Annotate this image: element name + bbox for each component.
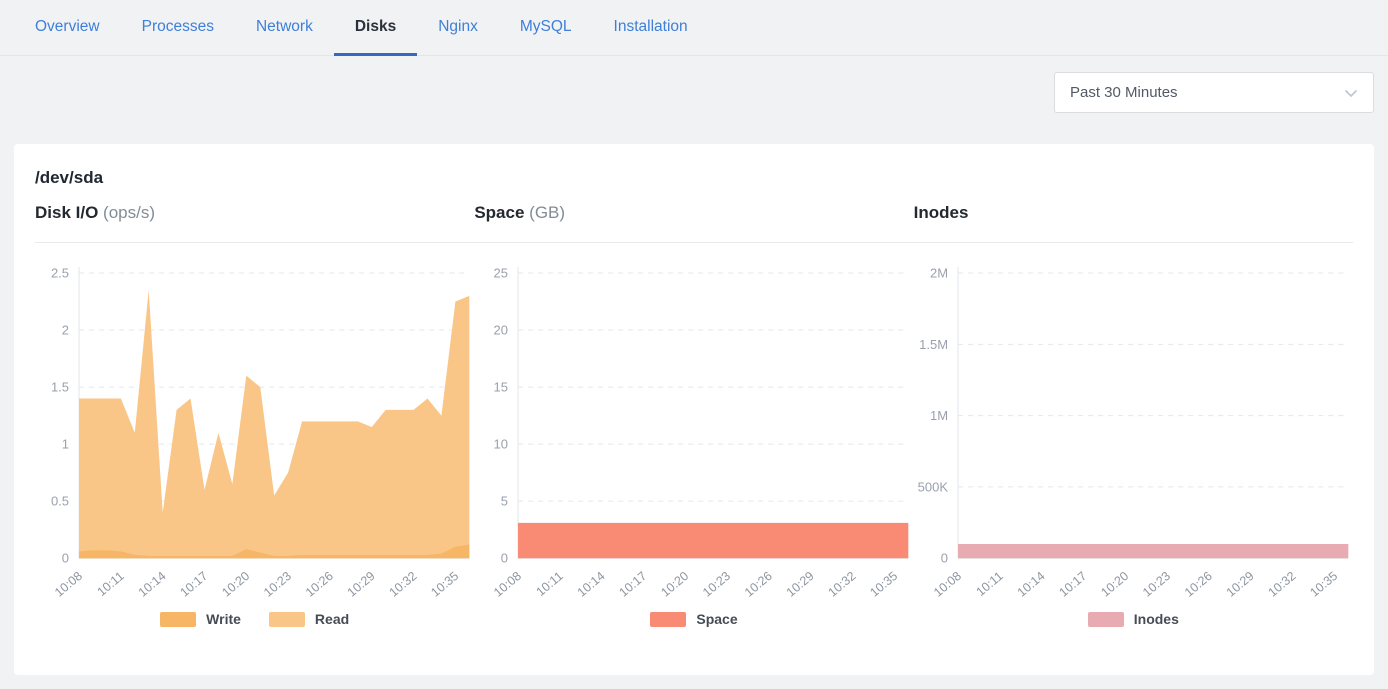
legend-item-inodes: Inodes	[1088, 611, 1179, 627]
svg-text:10:11: 10:11	[534, 569, 566, 599]
svg-text:10:32: 10:32	[1265, 569, 1298, 600]
write-swatch	[160, 612, 196, 627]
tab-disks[interactable]: Disks	[334, 0, 417, 56]
tab-installation[interactable]: Installation	[593, 0, 709, 56]
svg-text:10:14: 10:14	[1014, 569, 1047, 600]
chart-title-text: Space	[474, 203, 524, 222]
space-chart: 0 5 10 15 20 25 10:08 10:11 10:14 10:17 10:20 10:23…	[474, 253, 913, 605]
chart-title-disk-io: Disk I/O (ops/s)	[35, 203, 474, 223]
svg-text:10:14: 10:14	[136, 569, 169, 600]
tab-overview[interactable]: Overview	[14, 0, 121, 56]
device-title: /dev/sda	[35, 168, 1353, 188]
svg-text:10:23: 10:23	[1140, 569, 1173, 600]
tab-processes[interactable]: Processes	[121, 0, 235, 56]
inodes-label: Inodes	[1134, 611, 1179, 627]
svg-text:0: 0	[940, 551, 947, 566]
disk-io-chart: 0 0.5 1 1.5 2 2.5 10:08 10:11 10:14 10:17 10:20 10:…	[35, 253, 474, 605]
write-label: Write	[206, 611, 241, 627]
svg-text:10:35: 10:35	[428, 569, 461, 600]
svg-text:10:29: 10:29	[784, 569, 817, 600]
svg-text:10:26: 10:26	[1182, 569, 1215, 600]
svg-text:10: 10	[494, 437, 508, 452]
chart-col-disk-io: 0 0.5 1 1.5 2 2.5 10:08 10:11 10:14 10:17 10:20 10:…	[35, 253, 474, 627]
svg-text:10:32: 10:32	[826, 569, 859, 600]
chart-titles-row: Disk I/O (ops/s) Space (GB) Inodes	[35, 203, 1353, 223]
time-range-select[interactable]: Past 30 Minutes	[1054, 72, 1374, 113]
chart-title-unit: (GB)	[529, 203, 565, 222]
inodes-chart: 0 500K 1M 1.5M 2M 10:08 10:11 10:14 10:17 10:20 10…	[914, 253, 1353, 605]
svg-text:10:11: 10:11	[95, 569, 127, 599]
space-legend: Space	[474, 611, 913, 627]
svg-text:0: 0	[501, 551, 508, 566]
read-label: Read	[315, 611, 349, 627]
svg-text:10:14: 10:14	[575, 569, 608, 600]
chart-col-inodes: 0 500K 1M 1.5M 2M 10:08 10:11 10:14 10:17 10:20 10…	[914, 253, 1353, 627]
svg-text:20: 20	[494, 323, 508, 338]
svg-text:10:20: 10:20	[1098, 569, 1131, 600]
charts-row: 0 0.5 1 1.5 2 2.5 10:08 10:11 10:14 10:17 10:20 10:…	[35, 253, 1353, 627]
tab-nginx[interactable]: Nginx	[417, 0, 499, 56]
legend-item-read: Read	[269, 611, 349, 627]
toolbar: Past 30 Minutes	[0, 56, 1388, 144]
inodes-legend: Inodes	[914, 611, 1353, 627]
svg-text:5: 5	[501, 494, 508, 509]
svg-text:10:20: 10:20	[659, 569, 692, 600]
svg-text:10:17: 10:17	[177, 569, 210, 600]
read-swatch	[269, 612, 305, 627]
chart-title-unit: (ops/s)	[103, 203, 155, 222]
titles-divider	[35, 242, 1353, 243]
chart-col-space: 0 5 10 15 20 25 10:08 10:11 10:14 10:17 10:20 10:23…	[474, 253, 913, 627]
svg-text:10:20: 10:20	[219, 569, 252, 600]
svg-text:10:11: 10:11	[973, 569, 1005, 599]
space-swatch	[650, 612, 686, 627]
svg-text:10:35: 10:35	[868, 569, 901, 600]
svg-text:10:08: 10:08	[931, 569, 964, 600]
svg-text:10:23: 10:23	[261, 569, 294, 600]
svg-text:1M: 1M	[930, 408, 948, 423]
svg-text:10:17: 10:17	[1056, 569, 1089, 600]
disk-io-legend: Write Read	[35, 611, 474, 627]
svg-text:10:08: 10:08	[52, 569, 85, 600]
svg-text:0: 0	[62, 551, 69, 566]
chart-title-inodes: Inodes	[914, 203, 1353, 223]
svg-text:10:26: 10:26	[742, 569, 775, 600]
chevron-down-icon	[1343, 85, 1359, 101]
tab-mysql[interactable]: MySQL	[499, 0, 593, 56]
legend-item-space: Space	[650, 611, 737, 627]
inodes-swatch	[1088, 612, 1124, 627]
svg-text:0.5: 0.5	[51, 494, 69, 509]
svg-text:500K: 500K	[917, 479, 948, 494]
svg-text:10:23: 10:23	[700, 569, 733, 600]
svg-text:10:29: 10:29	[345, 569, 378, 600]
svg-text:1.5M: 1.5M	[919, 337, 948, 352]
svg-text:10:08: 10:08	[491, 569, 524, 600]
svg-text:1: 1	[62, 437, 69, 452]
svg-text:10:32: 10:32	[387, 569, 420, 600]
svg-text:10:35: 10:35	[1307, 569, 1340, 600]
svg-text:2: 2	[62, 323, 69, 338]
svg-text:10:29: 10:29	[1223, 569, 1256, 600]
disk-card: /dev/sda Disk I/O (ops/s) Space (GB) Ino…	[14, 144, 1374, 675]
time-range-value: Past 30 Minutes	[1070, 84, 1178, 101]
svg-text:15: 15	[494, 380, 508, 395]
svg-text:2.5: 2.5	[51, 266, 69, 281]
svg-text:10:17: 10:17	[617, 569, 650, 600]
chart-title-text: Disk I/O	[35, 203, 98, 222]
chart-title-space: Space (GB)	[474, 203, 913, 223]
svg-text:25: 25	[494, 266, 508, 281]
space-label: Space	[696, 611, 737, 627]
svg-text:1.5: 1.5	[51, 380, 69, 395]
legend-item-write: Write	[160, 611, 241, 627]
chart-title-text: Inodes	[914, 203, 969, 222]
svg-text:10:26: 10:26	[303, 569, 336, 600]
svg-text:2M: 2M	[930, 266, 948, 281]
main-tabbar: Overview Processes Network Disks Nginx M…	[0, 0, 1388, 56]
tab-network[interactable]: Network	[235, 0, 334, 56]
